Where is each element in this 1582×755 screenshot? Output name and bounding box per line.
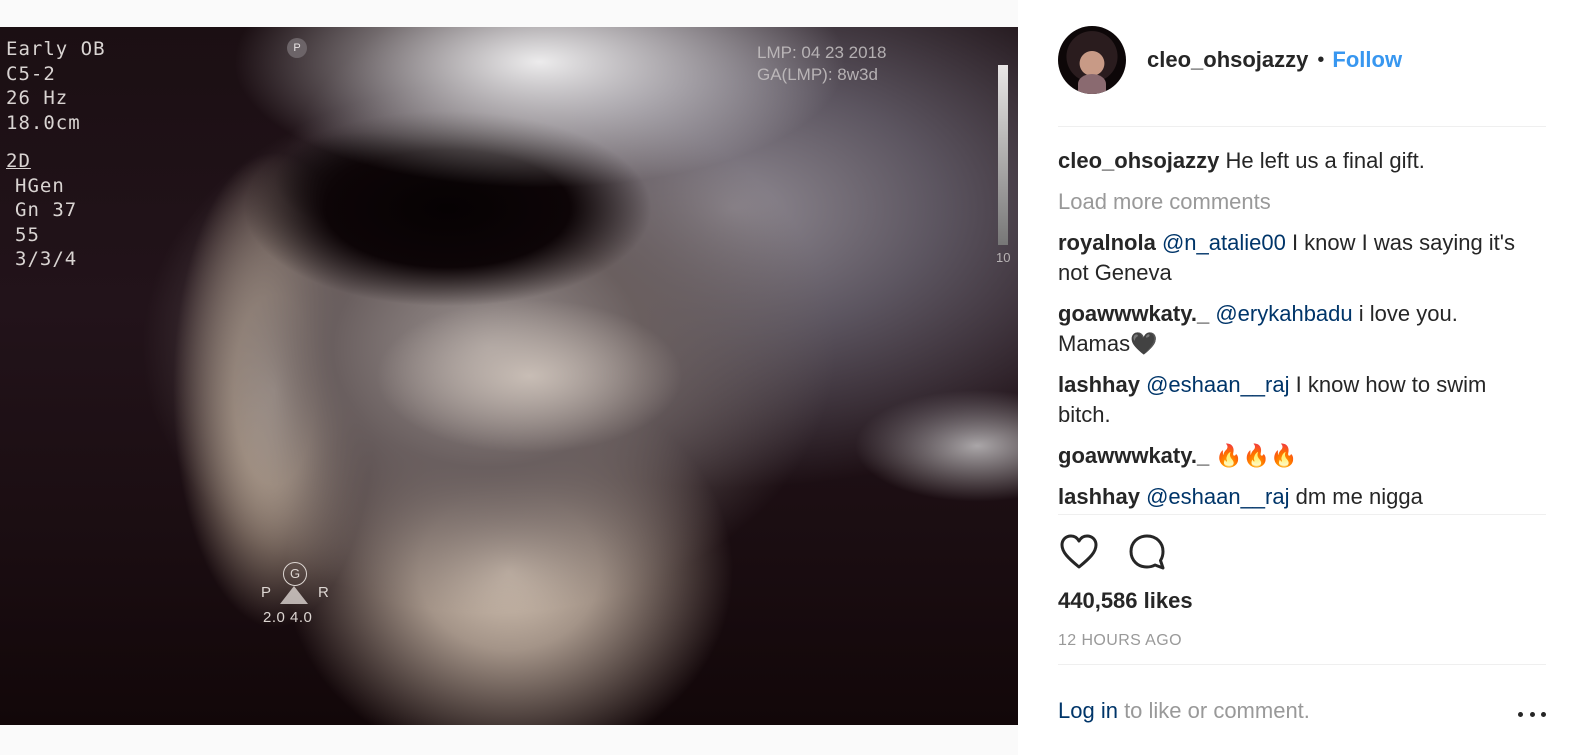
header-username[interactable]: cleo_ohsojazzy xyxy=(1147,47,1308,73)
more-options-icon[interactable] xyxy=(1518,704,1546,724)
orientation-marker: G P R 2.0 4.0 xyxy=(258,562,338,632)
overlay-line: Gn 37 xyxy=(15,199,78,221)
ultrasound-overlay-left: Early OB C5-2 26 Hz 18.0cm 2D HGen Gn 37… xyxy=(6,37,106,272)
list-item: goawwwkaty._ 🔥🔥🔥 xyxy=(1058,441,1528,471)
comment-mention[interactable]: @erykahbadu xyxy=(1215,301,1352,326)
overlay-line: Early OB xyxy=(6,38,106,60)
depth-label: 10 xyxy=(996,250,1011,265)
login-prompt: Log in to like or comment. xyxy=(1058,698,1310,724)
like-count[interactable]: 440,586 likes xyxy=(1058,588,1193,614)
heart-icon[interactable] xyxy=(1058,531,1100,573)
comment-username[interactable]: goawwwkaty._ xyxy=(1058,301,1209,326)
comment-username[interactable]: royalnola xyxy=(1058,230,1156,255)
comment-text: dm me nigga xyxy=(1295,484,1423,509)
divider xyxy=(1058,514,1546,515)
grayscale-bar xyxy=(998,65,1008,245)
login-link[interactable]: Log in xyxy=(1058,698,1118,723)
divider xyxy=(1058,664,1546,665)
post-timestamp[interactable]: 12 HOURS AGO xyxy=(1058,632,1182,650)
list-item: lashhay @eshaan__raj I know how to swim … xyxy=(1058,370,1528,430)
comments-list[interactable]: cleo_ohsojazzy He left us a final gift. … xyxy=(1058,146,1528,512)
action-bar xyxy=(1058,532,1194,572)
divider xyxy=(1058,126,1546,127)
comment-mention[interactable]: @n_atalie00 xyxy=(1162,230,1286,255)
comment-text: 🔥🔥🔥 xyxy=(1215,443,1298,468)
caption-username[interactable]: cleo_ohsojazzy xyxy=(1058,148,1219,173)
login-suffix: to like or comment. xyxy=(1117,698,1310,723)
overlay-line: 55 xyxy=(15,223,40,246)
comment-mention[interactable]: @eshaan__raj xyxy=(1146,372,1289,397)
probe-marker: P xyxy=(287,38,307,58)
comment-username[interactable]: lashhay xyxy=(1058,372,1140,397)
overlay-line: C5-2 xyxy=(6,62,56,85)
caption: cleo_ohsojazzy He left us a final gift. xyxy=(1058,146,1528,176)
overlay-mode: 2D xyxy=(6,150,31,172)
comment-mention[interactable]: @eshaan__raj xyxy=(1146,484,1289,509)
comment-bubble-icon[interactable] xyxy=(1126,531,1168,573)
overlay-line: 3/3/4 xyxy=(15,248,78,270)
overlay-ga: GA(LMP): 8w3d xyxy=(757,65,878,84)
ultrasound-overlay-right: LMP: 04 23 2018 GA(LMP): 8w3d xyxy=(757,42,886,86)
load-more-comments-button[interactable]: Load more comments xyxy=(1058,187,1528,217)
overlay-lmp: LMP: 04 23 2018 xyxy=(757,43,887,62)
orientation-triangle-icon xyxy=(280,586,308,604)
overlay-line: 18.0cm xyxy=(6,111,81,134)
overlay-line: HGen xyxy=(15,174,65,197)
post-sidebar: cleo_ohsojazzy • Follow cleo_ohsojazzy H… xyxy=(1018,0,1582,755)
follow-button[interactable]: Follow xyxy=(1332,47,1402,73)
orientation-g: G xyxy=(283,562,307,586)
comment-username[interactable]: goawwwkaty._ xyxy=(1058,443,1209,468)
orientation-p: P xyxy=(261,584,272,601)
list-item: lashhay @eshaan__raj dm me nigga xyxy=(1058,482,1528,512)
caption-text: He left us a final gift. xyxy=(1225,148,1425,173)
overlay-line: 26 Hz xyxy=(6,87,69,109)
list-item: royalnola @n_atalie00 I know I was sayin… xyxy=(1058,228,1528,288)
post-photo: P Early OB C5-2 26 Hz 18.0cm 2D HGen Gn … xyxy=(0,27,1018,725)
separator-dot: • xyxy=(1317,48,1325,71)
comment-username[interactable]: lashhay xyxy=(1058,484,1140,509)
list-item: goawwwkaty._ @erykahbadu i love you. Mam… xyxy=(1058,299,1528,359)
post-header: cleo_ohsojazzy • Follow xyxy=(1058,25,1548,95)
orientation-r: R xyxy=(318,584,329,601)
orientation-values: 2.0 4.0 xyxy=(263,609,313,626)
avatar[interactable] xyxy=(1058,26,1126,94)
